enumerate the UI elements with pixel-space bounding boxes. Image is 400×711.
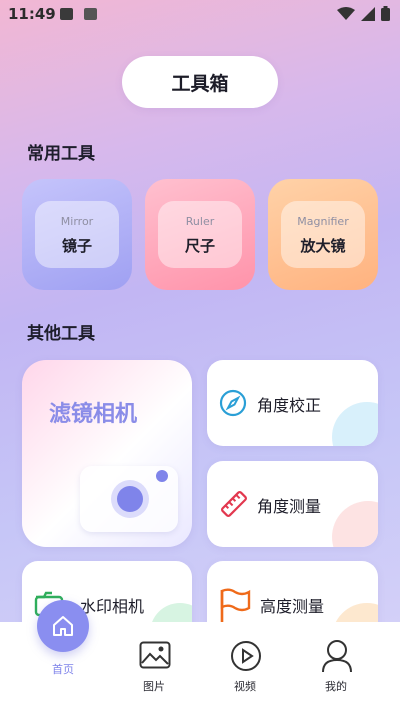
wifi-icon	[337, 6, 355, 20]
tool-card-mirror-inner: Mirror 镜子	[35, 201, 119, 268]
decor-blob	[332, 501, 378, 547]
home-icon	[53, 616, 73, 636]
gallery-notification-icon	[60, 8, 73, 20]
home-tab-button[interactable]	[37, 600, 89, 652]
tab-mine-label: 我的	[325, 680, 347, 693]
tab-pictures-label: 图片	[143, 680, 165, 693]
user-icon	[322, 640, 352, 673]
battery-icon	[381, 6, 390, 21]
tool-ruler-en: Ruler	[185, 215, 215, 228]
tool-card-ruler-inner: Ruler 尺子	[158, 201, 242, 268]
app-notification-icon	[84, 8, 97, 20]
angle-correct-label: 角度校正	[257, 396, 322, 415]
tool-magnifier-zh: 放大镜	[300, 237, 346, 255]
tool-magnifier-en: Magnifier	[297, 215, 349, 228]
decor-blob	[332, 402, 378, 446]
tab-pictures[interactable]: 图片	[114, 622, 194, 711]
play-icon	[231, 641, 261, 671]
tool-ruler-zh: 尺子	[184, 237, 215, 255]
filter-camera-label: 滤镜相机	[49, 402, 138, 427]
tab-video[interactable]: 视频	[205, 622, 285, 711]
signal-icon	[361, 6, 375, 21]
watermark-camera-label: 水印相机	[80, 597, 145, 616]
picture-icon	[139, 641, 171, 669]
tab-video-label: 视频	[234, 680, 256, 693]
section-title-common: 常用工具	[27, 144, 95, 164]
tool-card-magnifier-inner: Magnifier 放大镜	[281, 201, 365, 268]
section-title-other: 其他工具	[27, 324, 95, 344]
angle-measure-label: 角度测量	[257, 497, 322, 516]
camera-icon	[80, 466, 178, 532]
tab-mine[interactable]: 我的	[296, 622, 376, 711]
tool-mirror-zh: 镜子	[61, 237, 92, 255]
filter-camera-card[interactable]: 滤镜相机	[22, 360, 192, 547]
tool-mirror-en: Mirror	[60, 215, 94, 228]
ruler-icon	[221, 491, 247, 517]
tool-card-magnifier[interactable]: Magnifier 放大镜	[268, 179, 378, 290]
tool-card-ruler[interactable]: Ruler 尺子	[145, 179, 255, 290]
tool-card-mirror[interactable]: Mirror 镜子	[22, 179, 132, 290]
status-bar: 11:49	[0, 0, 400, 28]
height-measure-label: 高度测量	[260, 597, 325, 616]
angle-measure-card[interactable]: 角度测量	[207, 461, 378, 547]
flag-icon	[220, 588, 251, 622]
tab-home-label: 首页	[52, 663, 74, 676]
angle-correct-card[interactable]: 角度校正	[207, 360, 378, 446]
page-title: 工具箱	[122, 56, 278, 108]
status-time: 11:49	[8, 5, 56, 23]
compass-icon	[219, 389, 247, 417]
